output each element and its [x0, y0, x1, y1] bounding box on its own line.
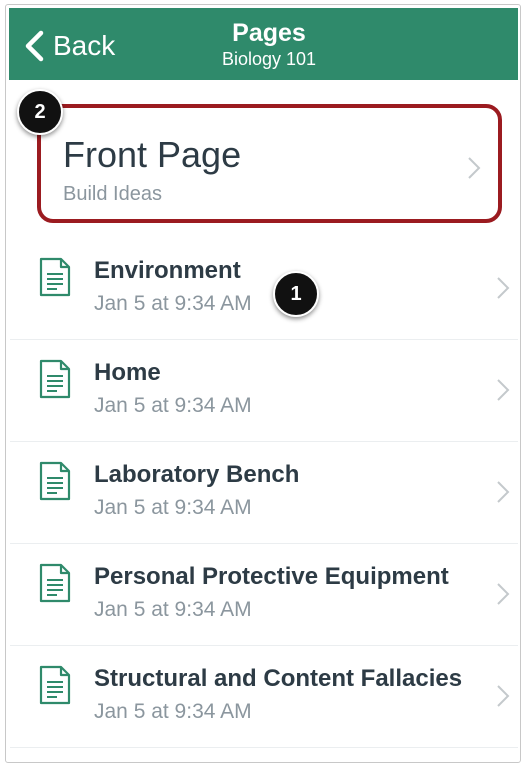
- page-date: Jan 5 at 9:34 AM: [94, 394, 252, 417]
- front-page-item[interactable]: Front Page Build Ideas: [37, 104, 502, 223]
- document-icon: [38, 665, 72, 705]
- chevron-right-icon: [497, 277, 510, 299]
- front-page-subtitle: Build Ideas: [63, 183, 162, 205]
- document-icon: [38, 563, 72, 603]
- page-name: Structural and Content Fallacies: [94, 665, 463, 692]
- chevron-right-icon: [497, 379, 510, 401]
- document-icon: [38, 359, 72, 399]
- page-list-item[interactable]: Laboratory Bench Jan 5 at 9:34 AM: [10, 441, 518, 544]
- page-list-item[interactable]: Structural and Content Fallacies Jan 5 at…: [10, 645, 518, 748]
- page-name: Home: [94, 359, 161, 386]
- chevron-right-icon: [497, 685, 510, 707]
- document-icon: [38, 257, 72, 297]
- page-name: Laboratory Bench: [94, 461, 300, 488]
- document-icon: [38, 461, 72, 501]
- page-name: Environment: [94, 257, 241, 284]
- page-date: Jan 5 at 9:34 AM: [94, 700, 252, 723]
- chevron-left-icon: [25, 30, 44, 62]
- page-list-item[interactable]: Environment Jan 5 at 9:34 AM: [10, 237, 518, 340]
- page-list-item[interactable]: Home Jan 5 at 9:34 AM: [10, 339, 518, 442]
- page-subtitle: Biology 101: [221, 49, 317, 69]
- page-title: Pages: [232, 19, 306, 47]
- chevron-right-icon: [497, 481, 510, 503]
- page-date: Jan 5 at 9:34 AM: [94, 292, 252, 315]
- callout-badge-2: 2: [17, 89, 63, 135]
- nav-header: Back Pages Biology 101: [9, 8, 518, 80]
- callout-badge-1: 1: [273, 271, 319, 317]
- chevron-right-icon: [468, 157, 481, 179]
- chevron-right-icon: [497, 583, 510, 605]
- page-date: Jan 5 at 9:34 AM: [94, 598, 252, 621]
- back-button[interactable]: Back: [23, 26, 115, 66]
- page-date: Jan 5 at 9:34 AM: [94, 496, 252, 519]
- front-page-title: Front Page: [63, 134, 242, 175]
- page-list-item[interactable]: Personal Protective Equipment Jan 5 at 9:…: [10, 543, 518, 646]
- page-name: Personal Protective Equipment: [94, 563, 449, 590]
- back-label: Back: [53, 30, 116, 61]
